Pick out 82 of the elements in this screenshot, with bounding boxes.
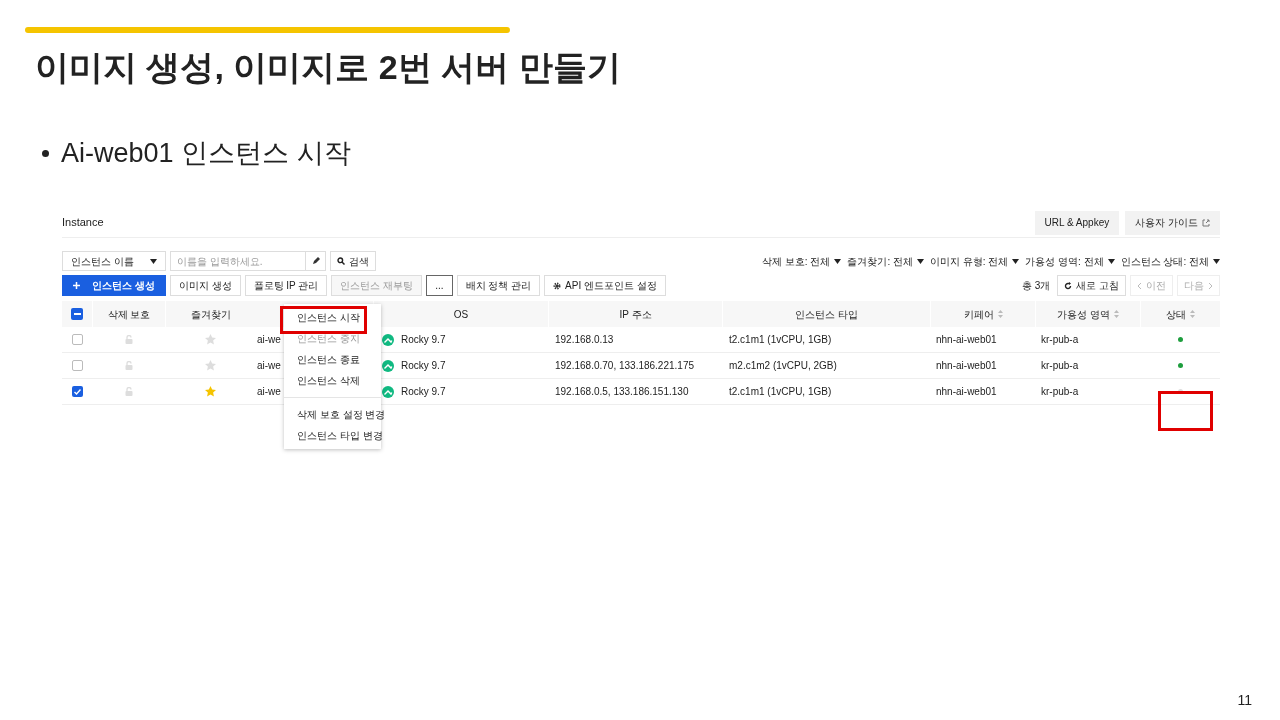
action-button[interactable]: 배치 정책 관리 [456,275,541,296]
caret-icon [150,258,157,264]
caret-icon [834,258,842,264]
search-button[interactable]: 검색 [330,251,376,271]
refresh-icon [1064,281,1073,290]
row-checkbox[interactable] [71,360,83,371]
page-number: 11 [1237,691,1252,710]
action-button[interactable]: API 엔드포인트 설정 [544,275,666,296]
star-icon[interactable] [204,334,216,345]
filter-dropdown[interactable]: 인스턴스 상태: 전체 [1120,253,1220,269]
lock-icon[interactable] [124,361,133,370]
table-cell: t2.c1m1 (1vCPU, 1GB) [729,386,832,397]
column-header: 즐겨찾기 [190,307,231,322]
header-button[interactable]: 사용자 가이드 [1125,210,1220,235]
action-button[interactable]: ... [426,275,453,296]
table-cell: kr-pub-a [1041,386,1079,397]
total-count: 총 3개 [1021,279,1051,293]
lock-icon[interactable] [124,387,133,396]
sort-icon[interactable] [1190,310,1195,318]
action-button[interactable]: 인스턴스 생성 [62,275,166,296]
table-cell: ai-we [257,334,281,345]
column-header: 키페어 [963,306,1003,322]
search-field[interactable]: 이름을 입력하세요. [170,251,306,271]
table-cell: ai-we [257,386,281,397]
column-header: 상태 [1166,306,1195,322]
table-cell: m2.c1m2 (1vCPU, 2GB) [729,360,837,371]
column-header: 삭제 보호 [107,307,151,322]
table-cell: nhn-ai-web01 [936,386,997,397]
console-title: Instance [62,215,104,231]
menu-item[interactable]: 인스턴스 타입 변경 [297,428,383,443]
table-cell: 192.168.0.13 [555,334,614,345]
caret-icon [1012,258,1020,264]
table-cell-text: Rocky 9.7 [401,359,446,373]
filter-dropdown[interactable]: 즐겨찾기: 전체 [847,253,924,269]
pencil-icon [311,257,320,265]
pencil-button[interactable] [306,251,326,271]
filter-dropdown[interactable]: 가용성 영역: 전체 [1025,253,1115,269]
caret-icon [916,258,924,264]
sort-icon[interactable] [1113,310,1119,318]
column-header: IP 주소 [619,307,652,322]
table-cell: kr-pub-a [1041,360,1079,371]
menu-item[interactable]: 인스턴스 종료 [297,352,360,367]
select-all-checkbox[interactable] [71,308,83,320]
column-header: OS [453,307,469,322]
table-cell: kr-pub-a [1041,334,1079,345]
bullet-text: Ai-web01 인스턴스 시작 [61,137,351,170]
table-cell-text: Rocky 9.7 [401,385,446,399]
menu-item[interactable]: 인스턴스 삭제 [297,373,360,388]
star-icon[interactable] [204,360,216,371]
table-cell-text: Rocky 9.7 [401,333,446,347]
column-header: 가용성 영역 [1057,306,1119,322]
action-button[interactable]: 플로팅 IP 관리 [244,275,328,296]
table-cell: 192.168.0.70, 133.186.221.175 [555,360,695,371]
table-cell: ai-we [257,360,281,371]
lock-icon[interactable] [124,335,133,344]
search-icon [337,257,345,265]
table-cell: nhn-ai-web01 [936,334,997,345]
bullet-icon [42,149,49,157]
menu-item[interactable]: 인스턴스 시작 [297,310,360,325]
plus-icon [73,282,80,289]
chevron-left-icon [1137,281,1142,290]
search-field-select[interactable]: 인스턴스 이름 [62,251,166,271]
table-cell: t2.c1m1 (1vCPU, 1GB) [729,334,832,345]
external-link-icon [1202,218,1210,227]
menu-item[interactable]: 삭제 보호 설정 변경 [297,407,386,422]
slide-title: 이미지 생성, 이미지로 2번 서버 만들기 [35,47,621,88]
caret-icon [1107,258,1115,264]
column-header: 인스턴스 타입 [795,307,858,322]
header-button[interactable]: URL & Appkey [1034,210,1120,235]
refresh-button[interactable]: 새로 고침 [1057,275,1126,296]
action-button[interactable]: 이미지 생성 [169,275,241,296]
caret-icon [1213,258,1220,264]
gear-icon [553,281,562,290]
row-checkbox[interactable] [71,334,83,345]
filter-dropdown[interactable]: 삭제 보호: 전체 [762,253,842,269]
table-cell: 192.168.0.5, 133.186.151.130 [555,386,689,397]
table-cell: nhn-ai-web01 [936,360,997,371]
sort-icon[interactable] [997,310,1003,318]
star-icon[interactable] [204,386,216,397]
filter-dropdown[interactable]: 이미지 유형: 전체 [929,253,1020,269]
row-checkbox[interactable] [71,386,83,397]
chevron-right-icon [1208,281,1213,290]
